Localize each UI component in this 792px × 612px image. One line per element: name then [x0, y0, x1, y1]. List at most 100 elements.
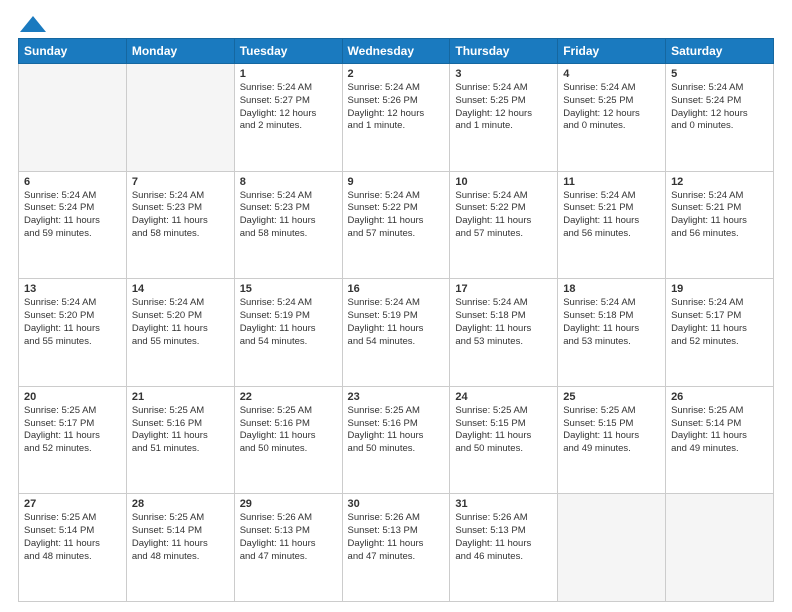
day-info: Sunrise: 5:24 AMSunset: 5:24 PMDaylight:… [24, 190, 121, 241]
day-info: Sunrise: 5:25 AMSunset: 5:16 PMDaylight:… [132, 405, 229, 456]
day-cell: 6 Sunrise: 5:24 AMSunset: 5:24 PMDaylight… [19, 171, 127, 279]
day-number: 7 [132, 176, 229, 188]
day-cell: 15 Sunrise: 5:24 AMSunset: 5:19 PMDayligh… [234, 279, 342, 387]
logo [18, 16, 46, 30]
day-info: Sunrise: 5:24 AMSunset: 5:20 PMDaylight:… [24, 297, 121, 348]
day-number: 24 [455, 391, 552, 403]
day-number: 5 [671, 68, 768, 80]
day-info: Sunrise: 5:24 AMSunset: 5:18 PMDaylight:… [455, 297, 552, 348]
day-cell: 3Sunrise: 5:24 AMSunset: 5:25 PMDaylight… [450, 64, 558, 172]
day-number: 20 [24, 391, 121, 403]
day-number: 1 [240, 68, 337, 80]
day-number: 15 [240, 283, 337, 295]
day-info: Sunrise: 5:24 AMSunset: 5:20 PMDaylight:… [132, 297, 229, 348]
day-info: Sunrise: 5:25 AMSunset: 5:16 PMDaylight:… [348, 405, 445, 456]
weekday-header-monday: Monday [126, 39, 234, 64]
day-info: Sunrise: 5:24 AMSunset: 5:17 PMDaylight:… [671, 297, 768, 348]
day-cell: 10 Sunrise: 5:24 AMSunset: 5:22 PMDayligh… [450, 171, 558, 279]
day-info: Sunrise: 5:24 AMSunset: 5:21 PMDaylight:… [671, 190, 768, 241]
header [18, 16, 774, 30]
day-info: Sunrise: 5:24 AMSunset: 5:21 PMDaylight:… [563, 190, 660, 241]
day-number: 29 [240, 498, 337, 510]
day-number: 30 [348, 498, 445, 510]
day-cell: 8 Sunrise: 5:24 AMSunset: 5:23 PMDaylight… [234, 171, 342, 279]
day-cell: 21 Sunrise: 5:25 AMSunset: 5:16 PMDayligh… [126, 386, 234, 494]
day-info: Sunrise: 5:26 AMSunset: 5:13 PMDaylight:… [455, 512, 552, 563]
day-cell: 29 Sunrise: 5:26 AMSunset: 5:13 PMDayligh… [234, 494, 342, 602]
week-row-4: 27 Sunrise: 5:25 AMSunset: 5:14 PMDayligh… [19, 494, 774, 602]
day-number: 8 [240, 176, 337, 188]
day-cell: 11 Sunrise: 5:24 AMSunset: 5:21 PMDayligh… [558, 171, 666, 279]
day-info: Sunrise: 5:24 AMSunset: 5:19 PMDaylight:… [240, 297, 337, 348]
day-cell: 9 Sunrise: 5:24 AMSunset: 5:22 PMDaylight… [342, 171, 450, 279]
day-number: 16 [348, 283, 445, 295]
day-number: 25 [563, 391, 660, 403]
day-cell [19, 64, 127, 172]
day-cell: 2 Sunrise: 5:24 AMSunset: 5:26 PMDaylight… [342, 64, 450, 172]
page: SundayMondayTuesdayWednesdayThursdayFrid… [0, 0, 792, 612]
day-cell: 1 Sunrise: 5:24 AMSunset: 5:27 PMDaylight… [234, 64, 342, 172]
day-cell: 23 Sunrise: 5:25 AMSunset: 5:16 PMDayligh… [342, 386, 450, 494]
day-cell: 25 Sunrise: 5:25 AMSunset: 5:15 PMDayligh… [558, 386, 666, 494]
day-info: Sunrise: 5:25 AMSunset: 5:17 PMDaylight:… [24, 405, 121, 456]
day-number: 21 [132, 391, 229, 403]
day-number: 3 [455, 68, 552, 80]
day-cell: 5 Sunrise: 5:24 AMSunset: 5:24 PMDaylight… [666, 64, 774, 172]
day-info: Sunrise: 5:25 AMSunset: 5:15 PMDaylight:… [455, 405, 552, 456]
day-number: 9 [348, 176, 445, 188]
weekday-header-sunday: Sunday [19, 39, 127, 64]
calendar-table: SundayMondayTuesdayWednesdayThursdayFrid… [18, 38, 774, 602]
day-number: 11 [563, 176, 660, 188]
day-number: 22 [240, 391, 337, 403]
day-number: 14 [132, 283, 229, 295]
weekday-header-friday: Friday [558, 39, 666, 64]
day-number: 18 [563, 283, 660, 295]
day-cell: 16Sunrise: 5:24 AMSunset: 5:19 PMDayligh… [342, 279, 450, 387]
day-info: Sunrise: 5:25 AMSunset: 5:14 PMDaylight:… [132, 512, 229, 563]
weekday-header-wednesday: Wednesday [342, 39, 450, 64]
day-info: Sunrise: 5:24 AMSunset: 5:25 PMDaylight:… [563, 82, 660, 133]
week-row-3: 20 Sunrise: 5:25 AMSunset: 5:17 PMDayligh… [19, 386, 774, 494]
day-info: Sunrise: 5:26 AMSunset: 5:13 PMDaylight:… [348, 512, 445, 563]
day-number: 17 [455, 283, 552, 295]
day-cell: 12 Sunrise: 5:24 AMSunset: 5:21 PMDayligh… [666, 171, 774, 279]
weekday-header-saturday: Saturday [666, 39, 774, 64]
day-info: Sunrise: 5:24 AMSunset: 5:24 PMDaylight:… [671, 82, 768, 133]
day-cell: 18Sunrise: 5:24 AMSunset: 5:18 PMDayligh… [558, 279, 666, 387]
week-row-2: 13 Sunrise: 5:24 AMSunset: 5:20 PMDayligh… [19, 279, 774, 387]
day-info: Sunrise: 5:26 AMSunset: 5:13 PMDaylight:… [240, 512, 337, 563]
day-info: Sunrise: 5:25 AMSunset: 5:14 PMDaylight:… [671, 405, 768, 456]
day-number: 28 [132, 498, 229, 510]
day-number: 19 [671, 283, 768, 295]
day-info: Sunrise: 5:25 AMSunset: 5:15 PMDaylight:… [563, 405, 660, 456]
weekday-header-thursday: Thursday [450, 39, 558, 64]
day-number: 10 [455, 176, 552, 188]
day-number: 23 [348, 391, 445, 403]
day-cell: 4Sunrise: 5:24 AMSunset: 5:25 PMDaylight… [558, 64, 666, 172]
day-number: 31 [455, 498, 552, 510]
day-cell: 22Sunrise: 5:25 AMSunset: 5:16 PMDayligh… [234, 386, 342, 494]
day-info: Sunrise: 5:24 AMSunset: 5:22 PMDaylight:… [455, 190, 552, 241]
day-cell: 20 Sunrise: 5:25 AMSunset: 5:17 PMDayligh… [19, 386, 127, 494]
day-cell: 14 Sunrise: 5:24 AMSunset: 5:20 PMDayligh… [126, 279, 234, 387]
day-number: 26 [671, 391, 768, 403]
day-cell: 31 Sunrise: 5:26 AMSunset: 5:13 PMDayligh… [450, 494, 558, 602]
weekday-header-row: SundayMondayTuesdayWednesdayThursdayFrid… [19, 39, 774, 64]
day-cell: 13 Sunrise: 5:24 AMSunset: 5:20 PMDayligh… [19, 279, 127, 387]
day-number: 6 [24, 176, 121, 188]
day-info: Sunrise: 5:24 AMSunset: 5:23 PMDaylight:… [132, 190, 229, 241]
day-cell: 27 Sunrise: 5:25 AMSunset: 5:14 PMDayligh… [19, 494, 127, 602]
day-info: Sunrise: 5:24 AMSunset: 5:27 PMDaylight:… [240, 82, 337, 133]
day-number: 27 [24, 498, 121, 510]
day-cell [666, 494, 774, 602]
week-row-0: 1 Sunrise: 5:24 AMSunset: 5:27 PMDaylight… [19, 64, 774, 172]
week-row-1: 6 Sunrise: 5:24 AMSunset: 5:24 PMDaylight… [19, 171, 774, 279]
day-info: Sunrise: 5:24 AMSunset: 5:26 PMDaylight:… [348, 82, 445, 133]
day-cell: 30 Sunrise: 5:26 AMSunset: 5:13 PMDayligh… [342, 494, 450, 602]
day-number: 2 [348, 68, 445, 80]
day-info: Sunrise: 5:25 AMSunset: 5:14 PMDaylight:… [24, 512, 121, 563]
day-info: Sunrise: 5:24 AMSunset: 5:22 PMDaylight:… [348, 190, 445, 241]
day-number: 13 [24, 283, 121, 295]
day-info: Sunrise: 5:24 AMSunset: 5:23 PMDaylight:… [240, 190, 337, 241]
day-number: 12 [671, 176, 768, 188]
